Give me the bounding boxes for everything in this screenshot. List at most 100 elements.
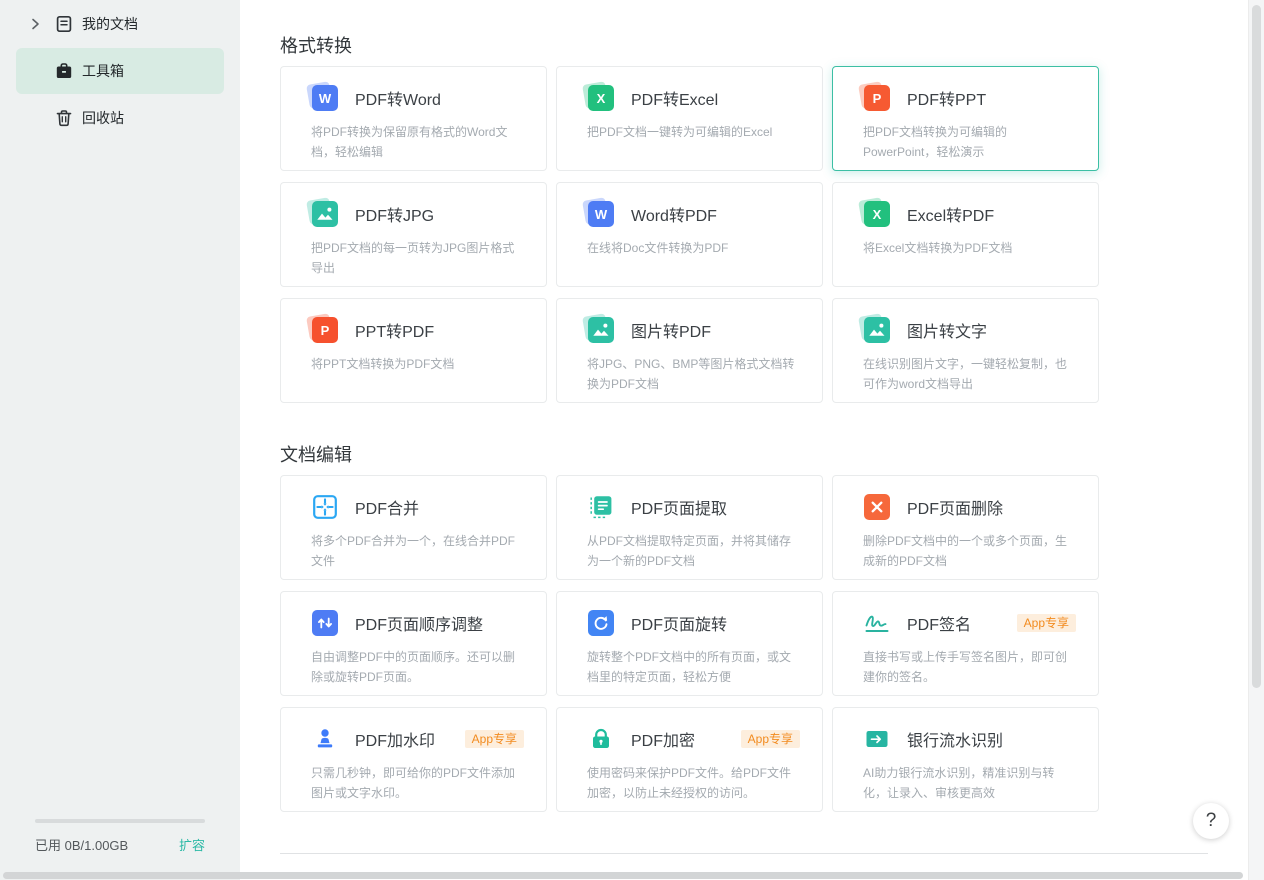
- tool-card[interactable]: PDF转JPG 把PDF文档的每一页转为JPG图片格式导出: [280, 182, 547, 287]
- vertical-scrollbar-thumb[interactable]: [1252, 5, 1261, 688]
- tool-description: 把PDF文档转换为可编辑的PowerPoint，轻松演示: [863, 125, 1008, 159]
- tool-description: 删除PDF文档中的一个或多个页面，生成新的PDF文档: [863, 534, 1068, 568]
- vertical-scrollbar[interactable]: [1248, 0, 1264, 880]
- word-to-pdf-icon: W: [587, 200, 615, 228]
- pdf-to-excel-icon: X: [587, 84, 615, 112]
- tool-card[interactable]: PDF页面顺序调整 自由调整PDF中的页面顺序。还可以删除或旋转PDF页面。: [280, 591, 547, 696]
- tool-title: 图片转文字: [907, 324, 988, 341]
- tool-card-header: 银行流水识别: [863, 725, 1076, 753]
- sidebar: 我的文档 工具箱 回收站 已用 0B/1.00GB 扩容: [0, 0, 240, 880]
- tool-title: 图片转PDF: [631, 324, 712, 341]
- toolbox-icon: [55, 62, 73, 80]
- image-to-text-icon: [863, 316, 891, 344]
- pdf-merge-icon: [311, 493, 339, 521]
- tool-description: 只需几秒钟，即可给你的PDF文件添加图片或文字水印。: [311, 766, 516, 800]
- tool-description: 把PDF文档的每一页转为JPG图片格式导出: [311, 241, 515, 275]
- tool-card[interactable]: 图片转PDF 将JPG、PNG、BMP等图片格式文档转换为PDF文档: [556, 298, 823, 403]
- tool-card[interactable]: PDF页面旋转 旋转整个PDF文档中的所有页面，或文档里的特定页面，轻松方便: [556, 591, 823, 696]
- document-icon: [55, 15, 73, 33]
- section-title: 格式转换: [280, 36, 352, 56]
- tool-description: 自由调整PDF中的页面顺序。还可以删除或旋转PDF页面。: [311, 650, 516, 684]
- tool-card[interactable]: PDF签名 App专享 直接书写或上传手写签名图片，即可创建你的签名。: [832, 591, 1099, 696]
- tool-title: PDF页面提取: [631, 501, 728, 518]
- tool-description: 将Excel文档转换为PDF文档: [863, 241, 1013, 255]
- tool-title: PDF加密: [631, 733, 696, 750]
- app-only-badge: App专享: [740, 730, 800, 748]
- tool-sections: 格式转换 W PDF转Word 将PDF转换为保留原有格式的Word文档，轻松编…: [280, 0, 1248, 812]
- tool-grid: PDF合并 将多个PDF合并为一个，在线合并PDF文件 PDF页面提取 从PDF…: [280, 475, 1248, 812]
- tool-title: PDF转Word: [355, 92, 441, 109]
- tool-description: 把PDF文档一键转为可编辑的Excel: [587, 125, 773, 139]
- tool-card-header: PDF页面删除: [863, 493, 1076, 521]
- tool-card-header: X PDF转Excel: [587, 84, 800, 112]
- trash-icon: [55, 109, 73, 127]
- tool-description: 使用密码来保护PDF文件。给PDF文件加密，以防止未经授权的访问。: [587, 766, 792, 800]
- tool-description: 旋转整个PDF文档中的所有页面，或文档里的特定页面，轻松方便: [587, 650, 792, 684]
- help-button[interactable]: ?: [1193, 803, 1229, 839]
- tool-card-header: PDF加水印 App专享: [311, 725, 524, 753]
- tool-card[interactable]: X Excel转PDF 将Excel文档转换为PDF文档: [832, 182, 1099, 287]
- tool-title: PDF转PPT: [907, 92, 987, 109]
- tool-description: 在线将Doc文件转换为PDF: [587, 241, 729, 255]
- tool-title: PDF页面顺序调整: [355, 617, 484, 634]
- tool-card[interactable]: X PDF转Excel 把PDF文档一键转为可编辑的Excel: [556, 66, 823, 171]
- tool-title: PPT转PDF: [355, 324, 435, 341]
- tool-title: PDF加水印: [355, 733, 436, 750]
- tool-title: 银行流水识别: [907, 733, 1004, 750]
- tool-card-header: W PDF转Word: [311, 84, 524, 112]
- tool-card-header: PDF加密 App专享: [587, 725, 800, 753]
- sidebar-item-label: 我的文档: [82, 16, 138, 32]
- tool-title: PDF转JPG: [355, 208, 435, 225]
- delete-pages-icon: [863, 493, 891, 521]
- tool-description: 直接书写或上传手写签名图片，即可创建你的签名。: [863, 650, 1068, 684]
- sidebar-item-my-documents[interactable]: 我的文档: [16, 1, 224, 47]
- tool-card[interactable]: 银行流水识别 AI助力银行流水识别，精准识别与转化，让录入、审核更高效: [832, 707, 1099, 812]
- tool-grid: W PDF转Word 将PDF转换为保留原有格式的Word文档，轻松编辑 X P…: [280, 66, 1248, 403]
- tool-card[interactable]: PDF页面删除 删除PDF文档中的一个或多个页面，生成新的PDF文档: [832, 475, 1099, 580]
- signature-icon: [863, 609, 891, 637]
- expand-storage-link[interactable]: 扩容: [179, 835, 205, 854]
- pdf-to-ppt-icon: P: [863, 84, 891, 112]
- app-only-badge: App专享: [1016, 614, 1076, 632]
- tool-card[interactable]: W PDF转Word 将PDF转换为保留原有格式的Word文档，轻松编辑: [280, 66, 547, 171]
- sidebar-item-toolbox[interactable]: 工具箱: [16, 48, 224, 94]
- sidebar-item-recycle-bin[interactable]: 回收站: [16, 95, 224, 141]
- tool-card-header: 图片转PDF: [587, 316, 800, 344]
- tool-card-header: PDF页面提取: [587, 493, 800, 521]
- tool-card[interactable]: PDF合并 将多个PDF合并为一个，在线合并PDF文件: [280, 475, 547, 580]
- tool-card[interactable]: PDF加水印 App专享 只需几秒钟，即可给你的PDF文件添加图片或文字水印。: [280, 707, 547, 812]
- sidebar-item-label: 回收站: [82, 110, 124, 126]
- ppt-to-pdf-icon: P: [311, 316, 339, 344]
- tool-card-header: W Word转PDF: [587, 200, 800, 228]
- image-to-pdf-icon: [587, 316, 615, 344]
- tool-card[interactable]: P PDF转PPT 把PDF文档转换为可编辑的PowerPoint，轻松演示: [832, 66, 1099, 171]
- tool-description: 将多个PDF合并为一个，在线合并PDF文件: [311, 534, 516, 568]
- tool-title: PDF合并: [355, 501, 420, 518]
- storage-used-label: 已用 0B/1.00GB: [35, 838, 129, 853]
- bank-statement-icon: [863, 725, 891, 753]
- tool-card[interactable]: 图片转文字 在线识别图片文字，一键轻松复制，也可作为word文档导出: [832, 298, 1099, 403]
- tool-card[interactable]: P PPT转PDF 将PPT文档转换为PDF文档: [280, 298, 547, 403]
- chevron-right-icon[interactable]: [28, 17, 42, 31]
- tool-title: PDF页面删除: [907, 501, 1004, 518]
- horizontal-scrollbar[interactable]: [0, 872, 1264, 880]
- section-title: 文档编辑: [280, 445, 352, 465]
- tool-card-header: PDF签名 App专享: [863, 609, 1076, 637]
- tool-card-header: PDF页面顺序调整: [311, 609, 524, 637]
- app-only-badge: App专享: [464, 730, 524, 748]
- sidebar-nav: 我的文档 工具箱 回收站: [0, 1, 240, 141]
- tool-card[interactable]: PDF加密 App专享 使用密码来保护PDF文件。给PDF文件加密，以防止未经授…: [556, 707, 823, 812]
- horizontal-scrollbar-thumb[interactable]: [3, 872, 1243, 879]
- tool-card-header: PDF合并: [311, 493, 524, 521]
- storage-info: 已用 0B/1.00GB 扩容: [0, 819, 240, 854]
- tool-card-header: PDF转JPG: [311, 200, 524, 228]
- tool-card-header: PDF页面旋转: [587, 609, 800, 637]
- rotate-pages-icon: [587, 609, 615, 637]
- tool-card[interactable]: W Word转PDF 在线将Doc文件转换为PDF: [556, 182, 823, 287]
- tool-title: PDF签名: [907, 617, 972, 634]
- tool-title: PDF转Excel: [631, 92, 719, 109]
- watermark-icon: [311, 725, 339, 753]
- tool-card[interactable]: PDF页面提取 从PDF文档提取特定页面，并将其储存为一个新的PDF文档: [556, 475, 823, 580]
